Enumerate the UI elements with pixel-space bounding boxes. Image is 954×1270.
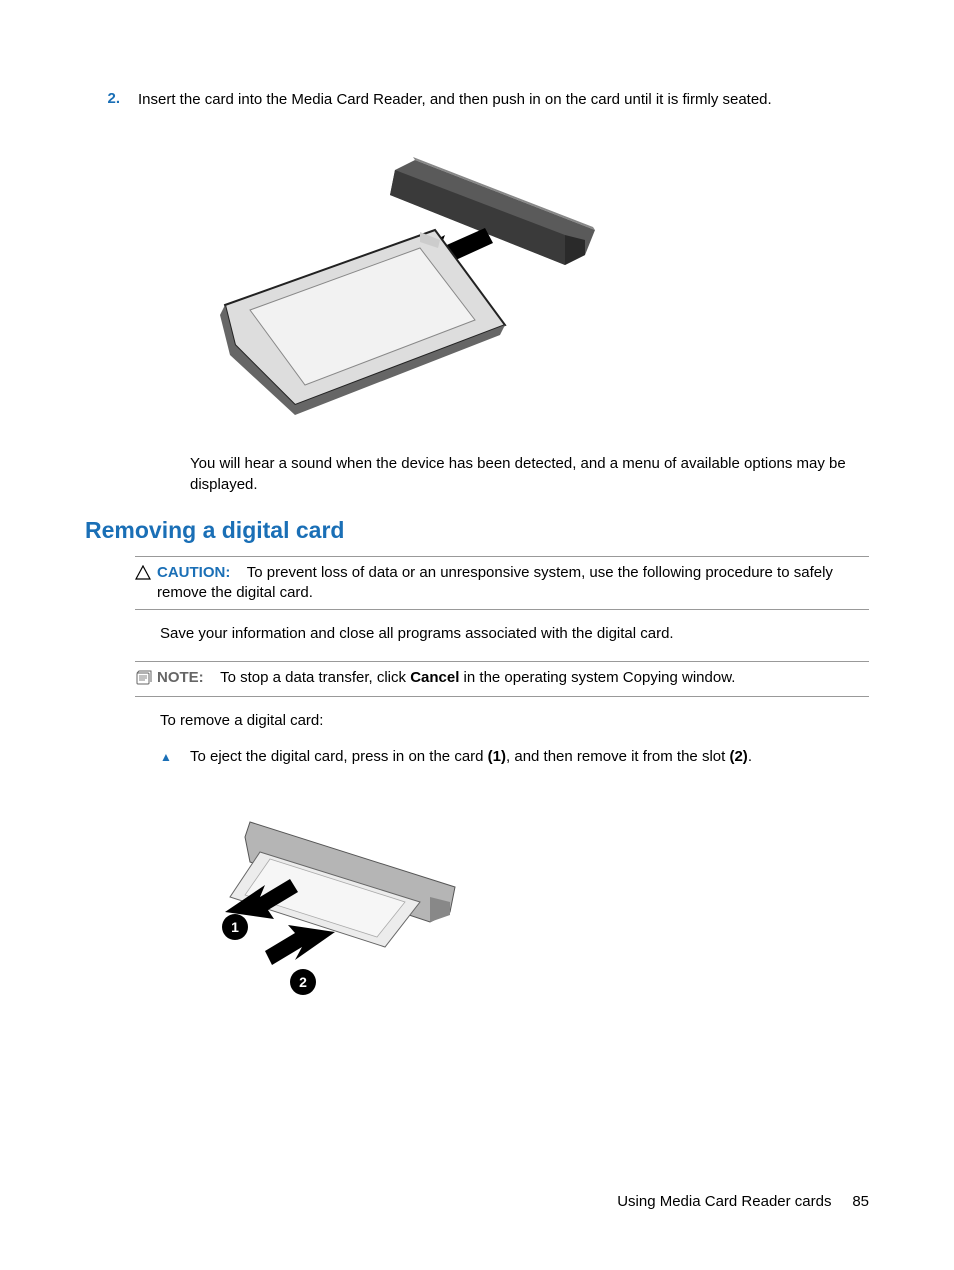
caution-text: To prevent loss of data or an unresponsi… (157, 564, 833, 601)
caution-icon (135, 563, 157, 585)
page-number: 85 (852, 1193, 869, 1210)
eject-b1: (1) (488, 748, 506, 765)
detect-sound-text: You will hear a sound when the device ha… (190, 454, 869, 495)
eject-t3: . (748, 748, 752, 765)
eject-t1: To eject the digital card, press in on t… (190, 748, 488, 765)
eject-step: ▲ To eject the digital card, press in on… (160, 747, 869, 767)
step-2: 2. Insert the card into the Media Card R… (85, 90, 869, 110)
remove-card-illustration: 1 2 (190, 797, 869, 1021)
svg-text:1: 1 (231, 919, 239, 935)
triangle-bullet-icon: ▲ (160, 747, 190, 767)
caution-label: CAUTION: (157, 564, 230, 581)
step-number: 2. (85, 90, 138, 110)
note-icon (135, 668, 157, 690)
note-text-before: To stop a data transfer, click (220, 669, 410, 686)
note-cancel-bold: Cancel (410, 669, 459, 686)
step-text: Insert the card into the Media Card Read… (138, 90, 869, 110)
note-text-after: in the operating system Copying window. (459, 669, 735, 686)
save-info-text: Save your information and close all prog… (160, 624, 869, 644)
note-label: NOTE: (157, 669, 204, 686)
caution-callout: CAUTION: To prevent loss of data or an u… (135, 556, 869, 611)
note-callout: NOTE: To stop a data transfer, click Can… (135, 661, 869, 697)
insert-card-illustration (195, 140, 869, 424)
to-remove-text: To remove a digital card: (160, 711, 869, 731)
eject-t2: , and then remove it from the slot (506, 748, 729, 765)
page-footer: Using Media Card Reader cards 85 (617, 1193, 869, 1210)
eject-b2: (2) (729, 748, 747, 765)
heading-removing-card: Removing a digital card (85, 517, 869, 544)
svg-text:2: 2 (299, 974, 307, 990)
footer-text: Using Media Card Reader cards (617, 1193, 831, 1210)
